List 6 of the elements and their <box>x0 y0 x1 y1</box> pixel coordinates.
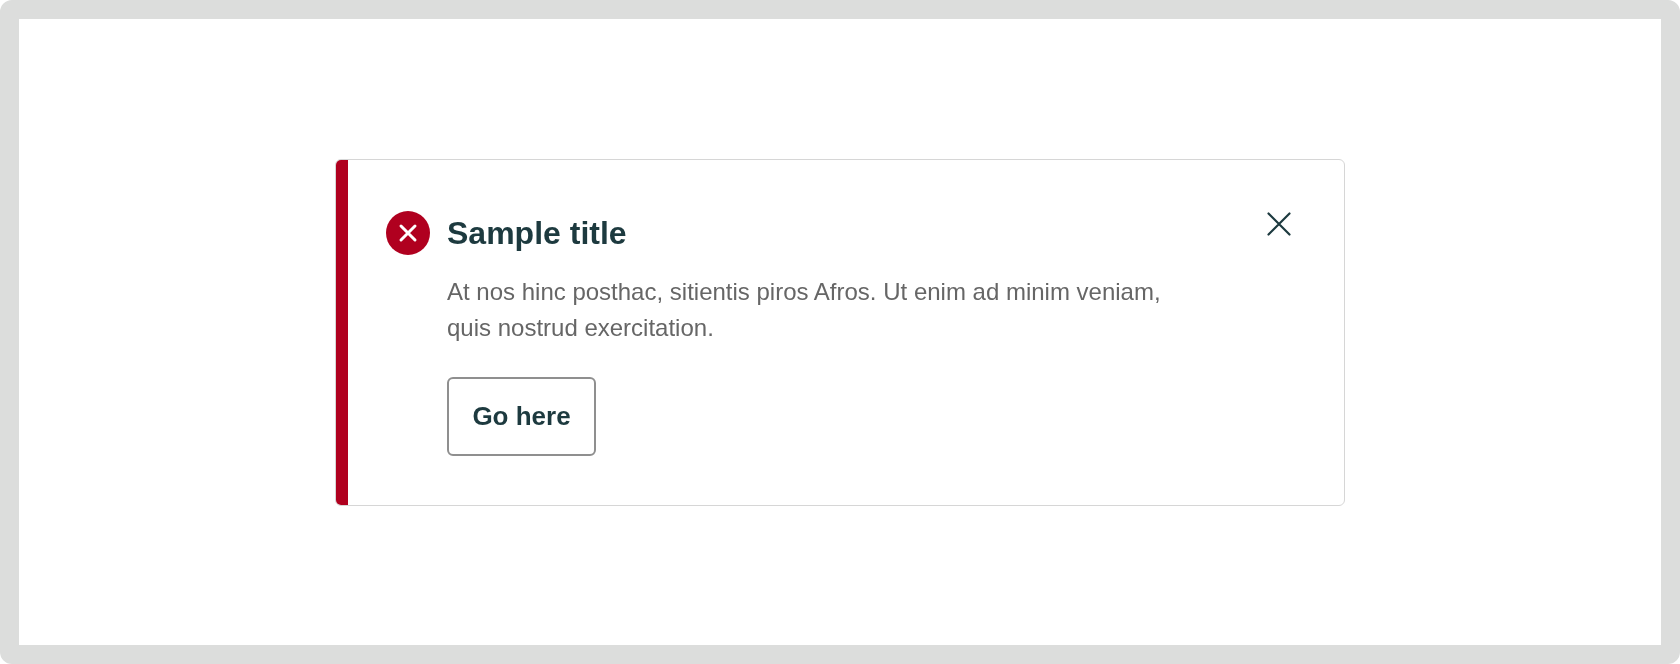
notification-title: Sample title <box>447 213 627 253</box>
close-button[interactable] <box>1267 211 1291 236</box>
notification-message: At nos hinc posthac, sitientis piros Afros. Ut enim ad minim veniam, quis nostrud exercitation. <box>447 276 1162 343</box>
close-icon <box>1267 211 1291 236</box>
error-icon <box>386 210 430 255</box>
go-here-button[interactable]: Go here <box>447 376 596 456</box>
